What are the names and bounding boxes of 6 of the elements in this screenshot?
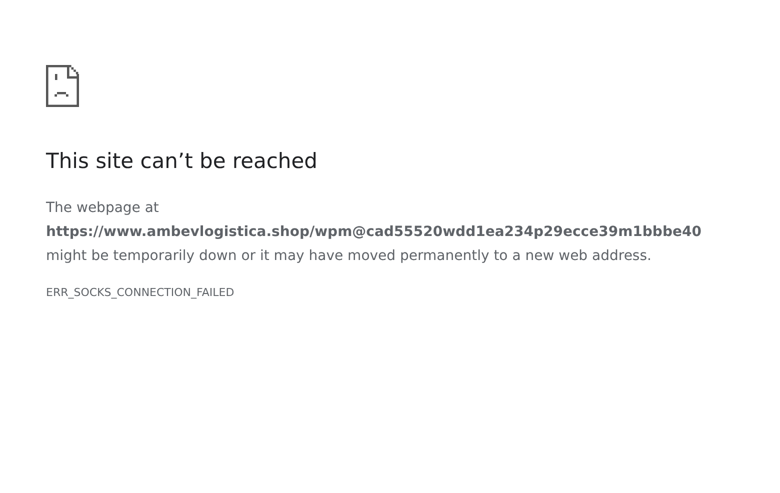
url-text: https://www.ambevlogistica.shop/wpm@cad55520wdd1ea234p29ecce39m1bbbe40 <box>46 223 702 242</box>
message-text: might be temporarily down or it may have moved permanently to a new web address. <box>46 247 652 266</box>
message-text: The webpage at <box>46 199 160 218</box>
sad-document-icon <box>46 65 79 107</box>
error-heading: This site can’t be reached <box>46 148 318 175</box>
error-code: ERR_SOCKS_CONNECTION_FAILED <box>46 285 236 301</box>
